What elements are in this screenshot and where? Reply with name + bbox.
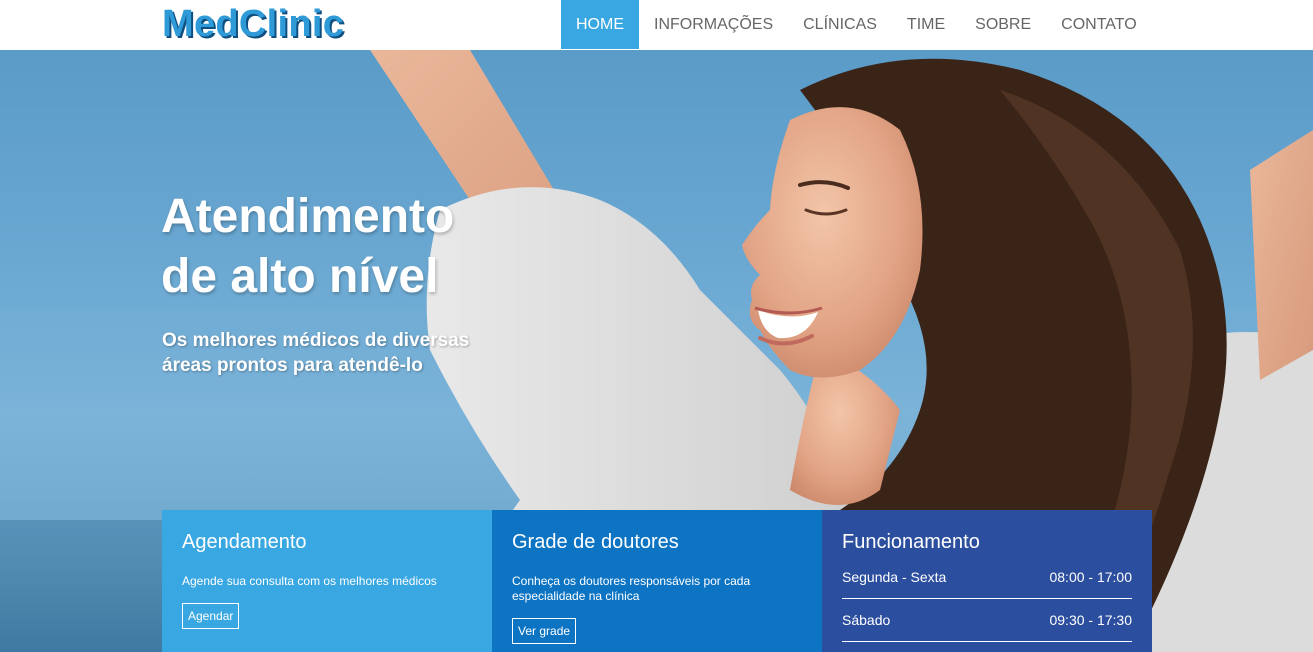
- hours-title: Funcionamento: [842, 531, 980, 553]
- view-grid-button[interactable]: Ver grade: [512, 618, 577, 644]
- info-boxes: Agendamento Agende sua consulta com os m…: [162, 510, 1152, 652]
- main-nav: HOME INFORMAÇÕES CLÍNICAS TIME SOBRE CON…: [561, 0, 1152, 49]
- doctors-text: Conheça os doutores responsáveis por cad…: [512, 574, 751, 603]
- scheduling-title: Agendamento: [182, 531, 307, 553]
- doctors-title: Grade de doutores: [512, 531, 679, 553]
- nav-item-contato[interactable]: CONTATO: [1046, 0, 1152, 49]
- schedule-day: Segunda - Sexta: [842, 569, 947, 585]
- scheduling-box: Agendamento Agende sua consulta com os m…: [162, 510, 492, 652]
- schedule-row: Segunda - Sexta 08:00 - 17:00: [842, 556, 1132, 599]
- schedule-time: 09:30 - 17:30: [1049, 612, 1132, 628]
- schedule-row: Sábado 09:30 - 17:30: [842, 599, 1132, 642]
- hours-box: Funcionamento Segunda - Sexta 08:00 - 17…: [822, 510, 1152, 652]
- hours-schedule: Segunda - Sexta 08:00 - 17:00 Sábado 09:…: [842, 556, 1132, 642]
- nav-item-clinicas[interactable]: CLÍNICAS: [788, 0, 892, 49]
- schedule-day: Sábado: [842, 612, 891, 628]
- nav-item-sobre[interactable]: SOBRE: [960, 0, 1046, 49]
- hero-title: Atendimento de alto nível: [161, 187, 521, 307]
- hero-subtitle: Os melhores médicos de diversas áreas pr…: [162, 328, 522, 378]
- doctors-box: Grade de doutores Conheça os doutores re…: [492, 510, 822, 652]
- nav-item-time[interactable]: TIME: [892, 0, 960, 49]
- hero-title-line-1: Atendimento: [161, 190, 455, 243]
- schedule-time: 08:00 - 17:00: [1049, 569, 1132, 585]
- logo[interactable]: MedClinic: [162, 2, 344, 46]
- hero-subtitle-line-1: Os melhores médicos de diversas: [162, 330, 470, 351]
- hero-title-line-2: de alto nível: [161, 250, 439, 303]
- scheduling-text: Agende sua consulta com os melhores médi…: [182, 574, 437, 588]
- schedule-button[interactable]: Agendar: [182, 603, 240, 629]
- nav-item-home[interactable]: HOME: [561, 0, 639, 49]
- site-header: MedClinic HOME INFORMAÇÕES CLÍNICAS TIME…: [0, 0, 1313, 50]
- nav-item-informacoes[interactable]: INFORMAÇÕES: [639, 0, 788, 49]
- hero-subtitle-line-2: áreas prontos para atendê-lo: [162, 355, 423, 376]
